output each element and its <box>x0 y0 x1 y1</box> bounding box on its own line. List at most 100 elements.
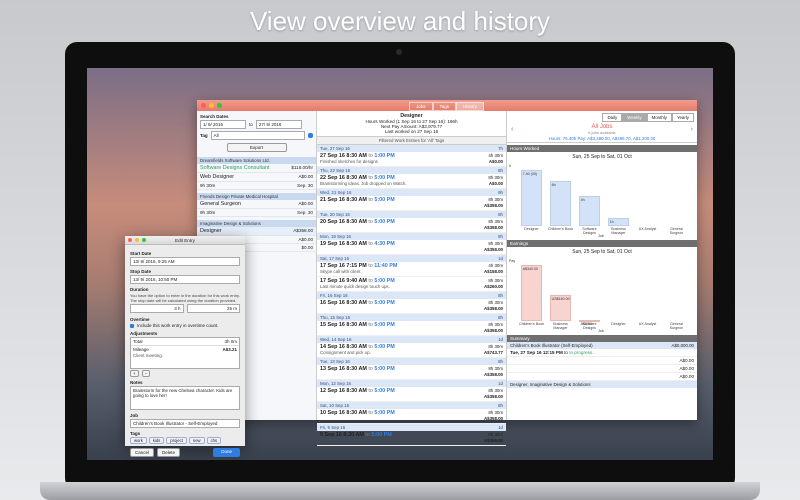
to-date-field[interactable]: 27/ 9/ 2016 <box>255 120 302 129</box>
tab-tags[interactable]: Tags <box>432 102 457 111</box>
adjust-item-note: Client meeting. <box>133 353 164 358</box>
work-entry[interactable]: 19 Sep 16 8:30 AM to 4:30 PM 8h 30m A$358… <box>317 240 506 255</box>
tag-chip[interactable]: work <box>130 437 147 444</box>
work-entry[interactable]: 13 Sep 16 8:30 AM to 5:00 PM 8h 30m A$358… <box>317 365 506 380</box>
tab-jobs[interactable]: Jobs <box>409 102 433 111</box>
filter-bar: Filtered Work Entries for 'All' Tags <box>317 137 506 145</box>
tag-field[interactable]: work kids project new chs <box>130 437 240 444</box>
job-item[interactable]: Web Designer A$0.00 <box>197 173 316 182</box>
start-date-label: Start Date <box>130 251 152 256</box>
minimize-window-button[interactable] <box>209 103 214 108</box>
date-header: Thu, 15 Sep 16 8h <box>317 314 506 321</box>
minimize-window-button[interactable] <box>135 238 139 242</box>
chart-bar[interactable] <box>549 180 572 226</box>
hours-chart: Sun, 25 Sep to Sat, 01 Oct h 7.40 (00) Des… <box>507 152 697 238</box>
work-entry[interactable]: 10 Sep 16 8:30 AM to 5:00 PM 8h 30m A$358… <box>317 409 506 424</box>
work-entry[interactable]: 17 Sep 16 9:40 AM to 5:00 PM 8h 30m Last … <box>317 277 506 292</box>
overtime-checkbox[interactable] <box>130 323 134 328</box>
tags-label: Tags <box>130 431 141 436</box>
notes-textarea[interactable]: Brainstorm for the new Chelsea character… <box>130 386 240 410</box>
tab-history[interactable]: History <box>456 102 485 111</box>
export-button[interactable]: Export <box>226 143 287 152</box>
day-list: Tue, 27 Sep 16 7h 27 Sep 16 8:30 AM to 1:0… <box>317 145 506 446</box>
adjustments-label: Adjustments <box>130 331 158 336</box>
work-entry[interactable]: 12 Sep 16 8:30 AM to 5:00 PM 8h 30m A$358… <box>317 387 506 402</box>
start-date-field[interactable]: 13/ 9/ 2016, 9:25 AM <box>130 257 240 266</box>
work-entry[interactable]: 17 Sep 16 7:15 PM to 11:40 PM 4h 30m Skyp… <box>317 262 506 277</box>
overview-panel: Daily Weekly Monthly Yearly ‹ All Jobs 6… <box>507 111 697 420</box>
view-tabs: Jobs Tags History <box>409 102 485 111</box>
duration-minutes-field[interactable]: 25 m <box>186 304 240 313</box>
date-header: Fri, 16 Sep 16 8h <box>317 292 506 299</box>
date-header: Mon, 19 Sep 16 8h <box>317 233 506 240</box>
work-entry[interactable]: 20 Sep 16 8:30 AM to 5:00 PM 8h 30m A$358… <box>317 218 506 233</box>
tab-monthly[interactable]: Monthly <box>646 113 672 122</box>
job-group: Friends Design Private Medical Hospital … <box>197 193 316 217</box>
work-entry[interactable]: 14 Sep 16 8:30 AM to 5:00 PM 8h 30m Consi… <box>317 343 506 358</box>
camera <box>396 49 402 55</box>
stop-date-label: Stop Date <box>130 269 152 274</box>
cancel-button[interactable]: Cancel <box>130 448 155 457</box>
zoom-window-button[interactable] <box>217 103 222 108</box>
job-item[interactable]: Software Designs Consultant $116.00/hr <box>197 164 316 173</box>
x-tick-label: General Surgeon <box>669 227 684 235</box>
tag-chip[interactable]: new <box>188 437 205 444</box>
done-button[interactable]: Done <box>213 448 240 457</box>
tab-weekly[interactable]: Weekly <box>622 113 647 122</box>
work-entry[interactable]: 9 Sep 16 8:30 AM to 5:00 PM 8h 30m A$358.… <box>317 431 506 446</box>
tab-daily[interactable]: Daily <box>602 113 623 122</box>
chevron-right-icon[interactable]: › <box>691 126 693 133</box>
headline: View overview and history <box>249 6 551 36</box>
tag-chip[interactable]: kids <box>148 437 165 444</box>
summary-entry[interactable]: Tue, 27 Sep 16 12:15 PM to In progress..… <box>507 349 697 357</box>
from-date-field[interactable]: 1/ 9/ 2016 <box>200 120 246 129</box>
stop-date-field[interactable]: 13/ 9/ 2016, 10:50 PM <box>130 275 240 284</box>
duration-hours-field[interactable]: 3 h <box>130 304 184 313</box>
work-entry[interactable]: 16 Sep 16 8:30 AM to 5:00 PM 8h 30m A$358… <box>317 299 506 314</box>
work-entry[interactable]: 22 Sep 16 8:30 AM to 5:00 PM 8h 30m Brain… <box>317 174 506 189</box>
zoom-window-button[interactable] <box>142 238 146 242</box>
overtime-check-label: Include this work entry in overtime coun… <box>137 323 219 328</box>
date-header: Wed, 21 Sep 16 9h <box>317 189 506 196</box>
tag-chip[interactable]: project <box>166 437 187 444</box>
job-select[interactable]: Children's Book Illustrator - Self-Emplo… <box>130 419 240 428</box>
chevron-left-icon[interactable]: ‹ <box>511 126 513 133</box>
bar-value-label: 1h <box>609 220 614 225</box>
chart-bar[interactable] <box>520 265 543 321</box>
earnings-chart: Sun, 25 Sep to Sat, 01 Oct Pay A$340.00 Ch… <box>507 247 697 333</box>
date-header: Sat, 17 Sep 16 1d <box>317 255 506 262</box>
adjustment-item[interactable]: Mileage A$3.21 <box>131 346 239 353</box>
work-entry[interactable]: 15 Sep 16 8:30 AM to 5:00 PM 8h 30m A$358… <box>317 321 506 336</box>
tag-chip[interactable]: chs <box>206 437 222 444</box>
adjust-total-value: 3h 0m <box>224 339 237 344</box>
bar-value-label: 6h <box>551 182 556 187</box>
date-header: Fri, 9 Sep 16 1d <box>317 424 506 431</box>
axis-unit: Pay <box>509 259 516 263</box>
work-entry[interactable]: 21 Sep 16 8:30 AM to 5:00 PM 8h 30m A$358… <box>317 196 506 211</box>
job-item[interactable]: Designer A$358.00 <box>197 227 316 236</box>
chart-range: Sun, 25 Sep to Sat, 01 Oct <box>572 249 632 255</box>
close-window-button[interactable] <box>201 103 206 108</box>
job-item[interactable]: General Surgeon A$0.00 <box>197 200 316 209</box>
group-header: Imaginative Design & Solutions <box>197 220 316 227</box>
chart-range: Sun, 25 Sep to Sat, 01 Oct <box>572 154 632 160</box>
tab-yearly[interactable]: Yearly <box>671 113 694 122</box>
date-header: Thu, 22 Sep 16 8h <box>317 167 506 174</box>
close-window-button[interactable] <box>128 238 132 242</box>
search-dates-label: Search Dates <box>200 114 229 119</box>
main-window: Jobs Tags History Search Dates 1/ 9/ 201… <box>197 100 697 446</box>
group-header: Friends Design Private Medical Hospital <box>197 193 316 200</box>
tag-select[interactable]: All <box>210 131 305 140</box>
add-adjustment-button[interactable]: + <box>130 370 139 377</box>
laptop-base <box>40 482 760 500</box>
x-tick-label: Business Manager <box>611 227 626 235</box>
last-worked-line: Last worked on 27 Sep 16 <box>384 129 439 134</box>
totals-line: Hours: 76.40h Pay: A$3,480.00, A$496.70,… <box>507 135 697 143</box>
delete-button[interactable]: Delete <box>157 448 181 457</box>
work-entry[interactable]: 27 Sep 16 8:30 AM to 1:00 PM 4h 30m Finis… <box>317 152 506 167</box>
remove-adjustment-button[interactable]: − <box>141 370 151 377</box>
tag-dropdown-icon[interactable] <box>308 133 313 138</box>
chart-bar[interactable] <box>520 170 543 226</box>
job-summary-header: Designer Hours Worked (1 Sep 16 to 27 Se… <box>317 111 506 137</box>
job-item-sub: 9h 30m Sep. 30 <box>197 182 316 190</box>
